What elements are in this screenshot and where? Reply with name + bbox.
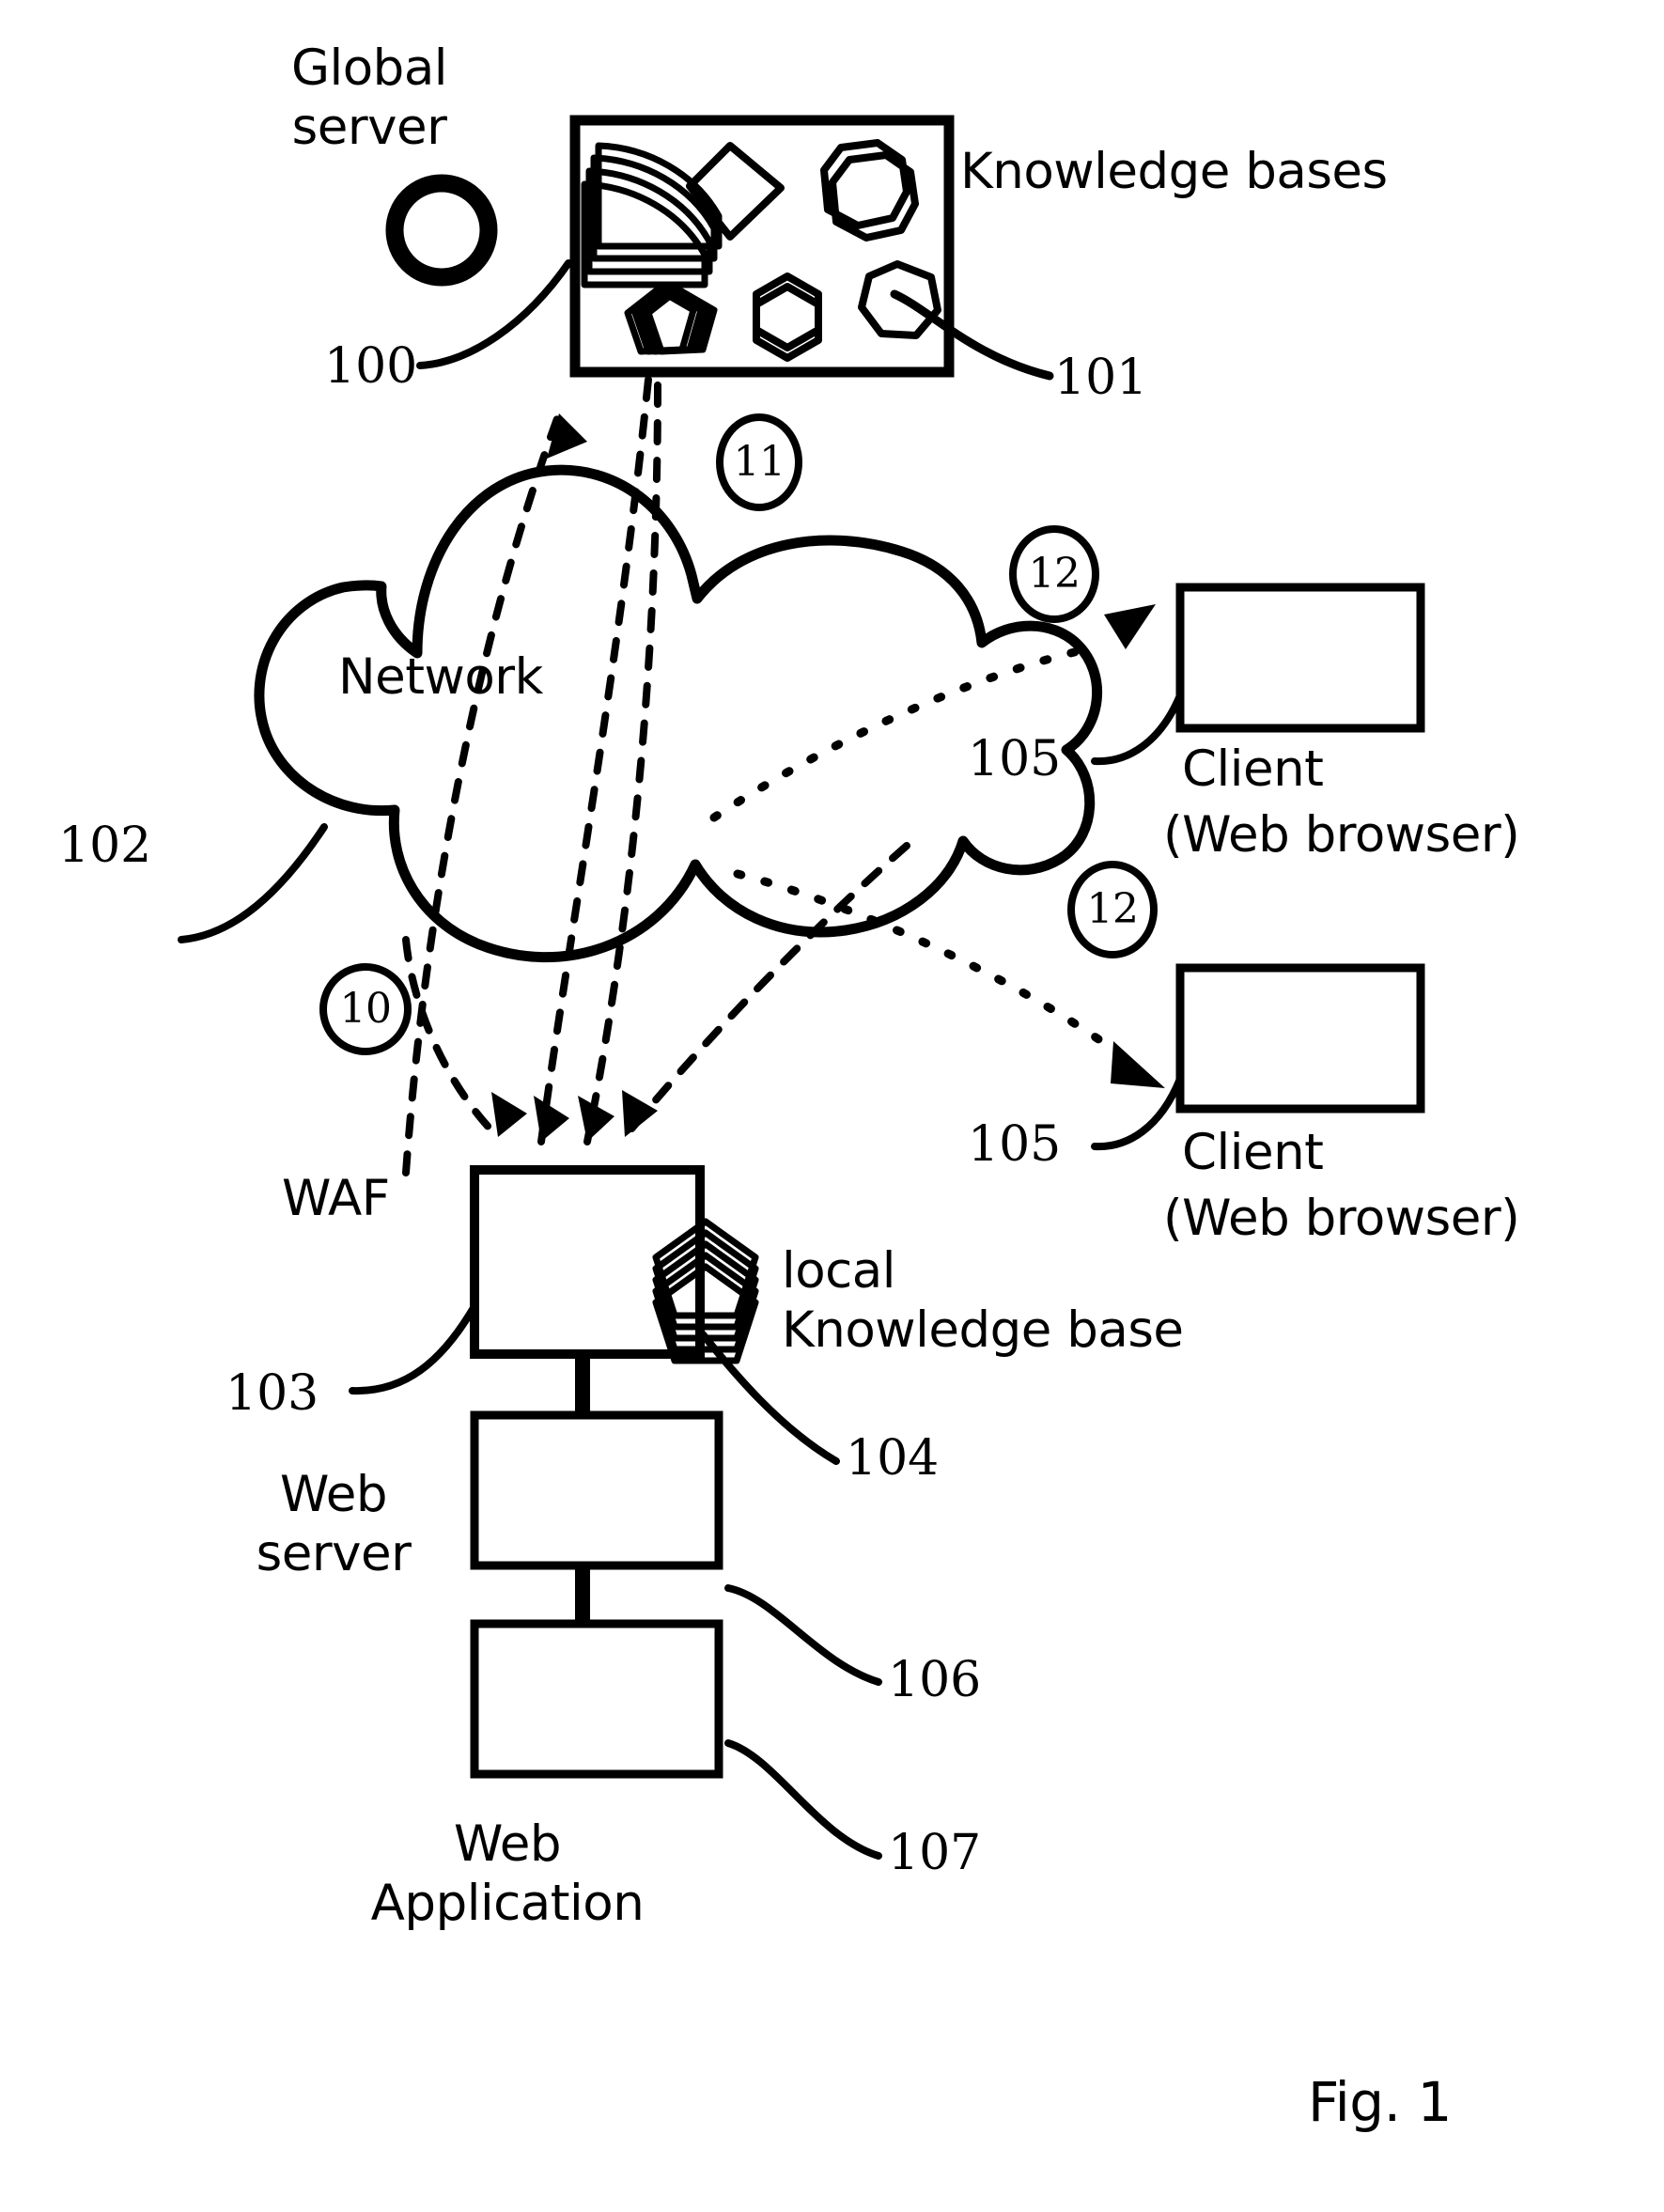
global-server-ring-icon	[385, 174, 498, 287]
leader-line-105-client-1	[1091, 692, 1184, 766]
dashed-arrow-network-to-waf-3	[621, 842, 910, 1141]
client-box-1	[1175, 583, 1425, 733]
circled-number-12-top-text: 12	[1028, 550, 1081, 598]
patent-figure: Global server Knowledge bases Network WA…	[0, 0, 1664, 2212]
figure-caption: Fig. 1	[1308, 2070, 1452, 2134]
circled-number-12-bottom-text: 12	[1086, 885, 1140, 933]
ref-numeral-105-client-1: 105	[968, 731, 1062, 787]
ref-numeral-100: 100	[324, 338, 418, 395]
local-knowledge-base-label: local Knowledge base	[782, 1242, 1184, 1359]
figure-drawing-canvas	[178, 115, 1425, 1860]
waf-label: WAF	[282, 1170, 390, 1227]
circled-number-11-text: 11	[733, 438, 786, 486]
web-server-label: Web server	[256, 1466, 412, 1582]
web-application-box	[470, 1619, 723, 1779]
kb-shape-hexagon-stack	[753, 273, 822, 362]
ref-numeral-101: 101	[1054, 350, 1148, 406]
connector-waf-webserver	[575, 1350, 590, 1416]
client-1-sublabel: (Web browser)	[1163, 806, 1520, 864]
kb-shape-octagon-stack	[820, 139, 919, 241]
knowledge-bases-label: Knowledge bases	[960, 143, 1388, 200]
ref-numeral-106: 106	[888, 1652, 982, 1708]
global-server-label: Global server	[290, 39, 448, 156]
client-1-label: Client	[1182, 740, 1324, 798]
network-label: Network	[338, 648, 543, 706]
leader-line-107	[724, 1739, 882, 1860]
web-server-box	[470, 1410, 723, 1570]
leader-line-105-client-2	[1091, 1075, 1184, 1151]
client-box-2	[1175, 963, 1425, 1114]
leader-line-103	[349, 1302, 478, 1395]
ref-numeral-105-client-2: 105	[968, 1116, 1062, 1173]
connector-webserver-webapp	[575, 1563, 590, 1627]
ref-numeral-103: 103	[225, 1365, 319, 1422]
client-2-sublabel: (Web browser)	[1163, 1190, 1520, 1247]
leader-line-106	[724, 1584, 882, 1686]
network-cloud	[254, 464, 1103, 963]
leader-line-102	[178, 823, 328, 943]
dashed-arrow-11-up	[402, 410, 587, 1176]
kb-shape-stack-arcs	[581, 142, 723, 288]
web-application-label: Web Application	[370, 1815, 645, 1932]
kb-shape-pentagon-stack	[624, 286, 718, 355]
circled-number-10-text: 10	[339, 985, 393, 1033]
ref-numeral-107: 107	[888, 1825, 982, 1881]
ref-numeral-102: 102	[58, 818, 152, 874]
client-2-label: Client	[1182, 1124, 1324, 1181]
ref-numeral-104: 104	[846, 1430, 940, 1487]
